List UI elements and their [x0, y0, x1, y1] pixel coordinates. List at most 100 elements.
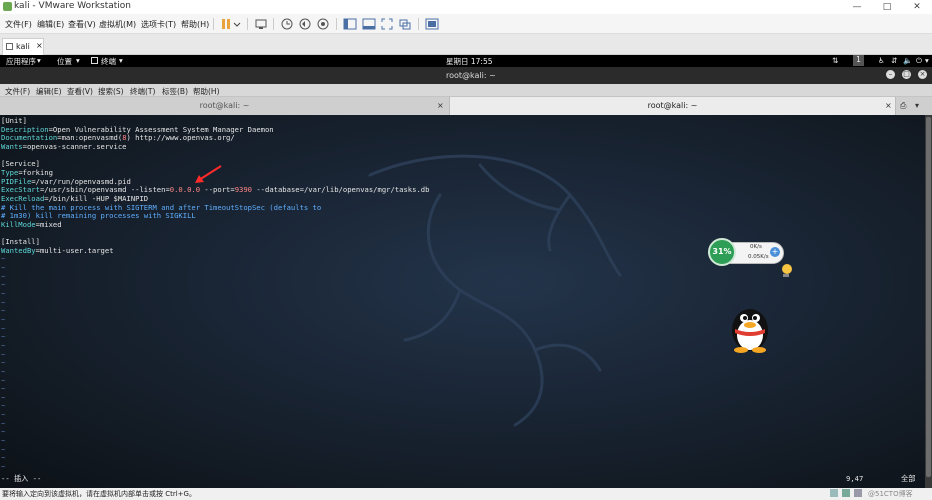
- editor-key: PIDFile: [1, 176, 32, 186]
- chevron-down-icon[interactable]: ▾: [915, 97, 919, 115]
- minimize-icon[interactable]: —: [842, 0, 872, 14]
- editor-value: =multi-user.target: [35, 245, 114, 255]
- terminal-menu-edit[interactable]: 编辑(E): [36, 86, 62, 97]
- kali-dragon-logo: [368, 154, 622, 427]
- editor-value: =mixed: [35, 219, 62, 229]
- terminal-viewport[interactable]: [Unit] Description=Open Vulnerability Ass…: [0, 115, 925, 488]
- netmon-download: 0.05K/s: [748, 254, 769, 260]
- maximize-icon[interactable]: □: [872, 0, 902, 14]
- new-tab-icon[interactable]: ⎙: [900, 97, 906, 115]
- snapshot-icon[interactable]: [280, 17, 294, 31]
- vim-scroll-indicator: 全部: [901, 474, 916, 483]
- tab-kali[interactable]: kali ×: [2, 38, 44, 55]
- qq-penguin-icon[interactable]: [722, 302, 778, 354]
- editor-value: =man:openvasmd(8) http://www.openvas.org…: [57, 133, 235, 143]
- menu-help[interactable]: 帮助(H): [181, 19, 209, 30]
- toolbar-separator: [336, 18, 337, 30]
- tab-close-icon[interactable]: ×: [885, 97, 892, 115]
- places-menu[interactable]: 位置: [57, 56, 72, 67]
- menu-edit[interactable]: 编辑(E): [37, 19, 64, 30]
- toolbar-separator: [273, 18, 274, 30]
- editor-section: [Service]: [1, 159, 40, 169]
- device-icon[interactable]: [842, 489, 850, 497]
- plus-icon[interactable]: +: [770, 247, 780, 257]
- tab-close-icon[interactable]: ×: [437, 97, 444, 115]
- window-title: kali - VMware Workstation: [14, 1, 131, 11]
- revert-snapshot-icon[interactable]: [298, 17, 312, 31]
- menu-vm[interactable]: 虚拟机(M): [99, 19, 136, 30]
- terminal-titlebar: root@kali: ~ – □ ×: [0, 67, 932, 84]
- terminal-tab-2[interactable]: root@kali: ~: [450, 97, 896, 115]
- terminal-menu-search[interactable]: 搜索(S): [98, 86, 124, 97]
- close-icon[interactable]: ✕: [902, 0, 932, 14]
- menu-tabs[interactable]: 选项卡(T): [141, 19, 176, 30]
- terminal-title: root@kali: ~: [446, 71, 496, 80]
- vmware-tabbar: kali ×: [0, 34, 932, 55]
- editor-key: Wants: [1, 141, 23, 151]
- menu-view[interactable]: 查看(V): [68, 19, 96, 30]
- editor-section: [Unit]: [1, 116, 27, 125]
- editor-line: Wants=openvas-scanner.service: [1, 141, 127, 152]
- network-status-icon[interactable]: ⇵: [891, 56, 897, 65]
- maximize-icon[interactable]: □: [902, 70, 911, 79]
- editor-empty-line: ~: [1, 462, 6, 471]
- terminal-menu-file[interactable]: 文件(F): [5, 86, 30, 97]
- terminal-menu-view[interactable]: 查看(V): [67, 86, 93, 97]
- terminal-app-menu[interactable]: 终端: [101, 56, 116, 67]
- editor-key: Type: [1, 167, 19, 177]
- editor-key: KillMode: [1, 219, 36, 229]
- network-monitor-widget[interactable]: 31% 0K/s 0.05K/s +: [708, 238, 786, 266]
- netmon-upload: 0K/s: [750, 244, 762, 250]
- pause-icon[interactable]: [219, 17, 233, 31]
- vmware-app-icon: [3, 2, 12, 11]
- close-icon[interactable]: ×: [918, 70, 927, 79]
- tab-close-icon[interactable]: ×: [36, 41, 43, 50]
- power-icon[interactable]: ⏻: [916, 56, 922, 66]
- editor-value: =forking: [18, 167, 53, 177]
- minimize-icon[interactable]: –: [886, 70, 895, 79]
- terminal-menu-help[interactable]: 帮助(H): [193, 86, 220, 97]
- console-view-icon[interactable]: [362, 17, 376, 31]
- network-icon[interactable]: ⇅: [832, 56, 838, 65]
- vm-icon: [6, 43, 13, 50]
- sidebar-icon[interactable]: [343, 17, 357, 31]
- editor-value: =/var/run/openvasmd.pid: [31, 176, 131, 186]
- lightbulb-icon[interactable]: [778, 262, 794, 280]
- volume-icon[interactable]: 🔈: [903, 56, 912, 65]
- editor-key: ExecReload: [1, 193, 45, 203]
- applications-menu[interactable]: 应用程序: [6, 56, 36, 67]
- toolbar-separator: [247, 18, 248, 30]
- send-ctrl-alt-del-icon[interactable]: [254, 17, 268, 31]
- terminal-menu-tabs[interactable]: 标签(B): [162, 86, 188, 97]
- vim-mode: -- 插入 --: [1, 474, 42, 483]
- terminal-menu-terminal[interactable]: 终端(T): [130, 86, 155, 97]
- watermark: @51CTO博客: [868, 490, 913, 498]
- terminal-tab-1[interactable]: root@kali: ~: [0, 97, 450, 115]
- chevron-down-icon: ▾: [76, 56, 80, 65]
- device-icon[interactable]: [854, 489, 862, 497]
- scrollbar-thumb[interactable]: [926, 117, 931, 477]
- terminal-menubar: 文件(F) 编辑(E) 查看(V) 搜索(S) 终端(T) 标签(B) 帮助(H…: [0, 84, 932, 97]
- vmware-statusbar: 要将输入定向到该虚拟机，请在虚拟机内部单击或按 Ctrl+G。 @51CTO博客: [0, 488, 932, 500]
- editor-value: =/usr/sbin/openvasmd --listen=0.0.0.0 --…: [39, 185, 430, 195]
- editor-comment: # Kill the main process with SIGTERM and…: [1, 202, 322, 212]
- accessibility-icon[interactable]: ♿: [878, 56, 885, 65]
- workspace-indicator[interactable]: 1: [853, 55, 864, 66]
- editor-value: =Open Vulnerability Assessment System Ma…: [48, 124, 274, 134]
- terminal-scrollbar[interactable]: [925, 115, 932, 488]
- fullscreen-icon[interactable]: [380, 17, 394, 31]
- netmon-percent: 31%: [708, 238, 736, 266]
- terminal-tab-label: root@kali: ~: [199, 101, 250, 110]
- chevron-down-icon[interactable]: [233, 17, 241, 31]
- snapshot-manager-icon[interactable]: [316, 17, 330, 31]
- editor-line: WantedBy=multi-user.target: [1, 245, 114, 256]
- clock[interactable]: 星期日 17:55: [446, 56, 493, 67]
- menu-file[interactable]: 文件(F): [5, 19, 32, 30]
- terminal-icon: [91, 57, 98, 64]
- unity-icon[interactable]: [398, 17, 412, 31]
- editor-key: Description: [1, 124, 49, 134]
- preferences-icon[interactable]: [425, 17, 439, 31]
- editor-key: Documentation: [1, 133, 58, 143]
- chevron-down-icon: ▾: [37, 56, 41, 65]
- device-icon[interactable]: [830, 489, 838, 497]
